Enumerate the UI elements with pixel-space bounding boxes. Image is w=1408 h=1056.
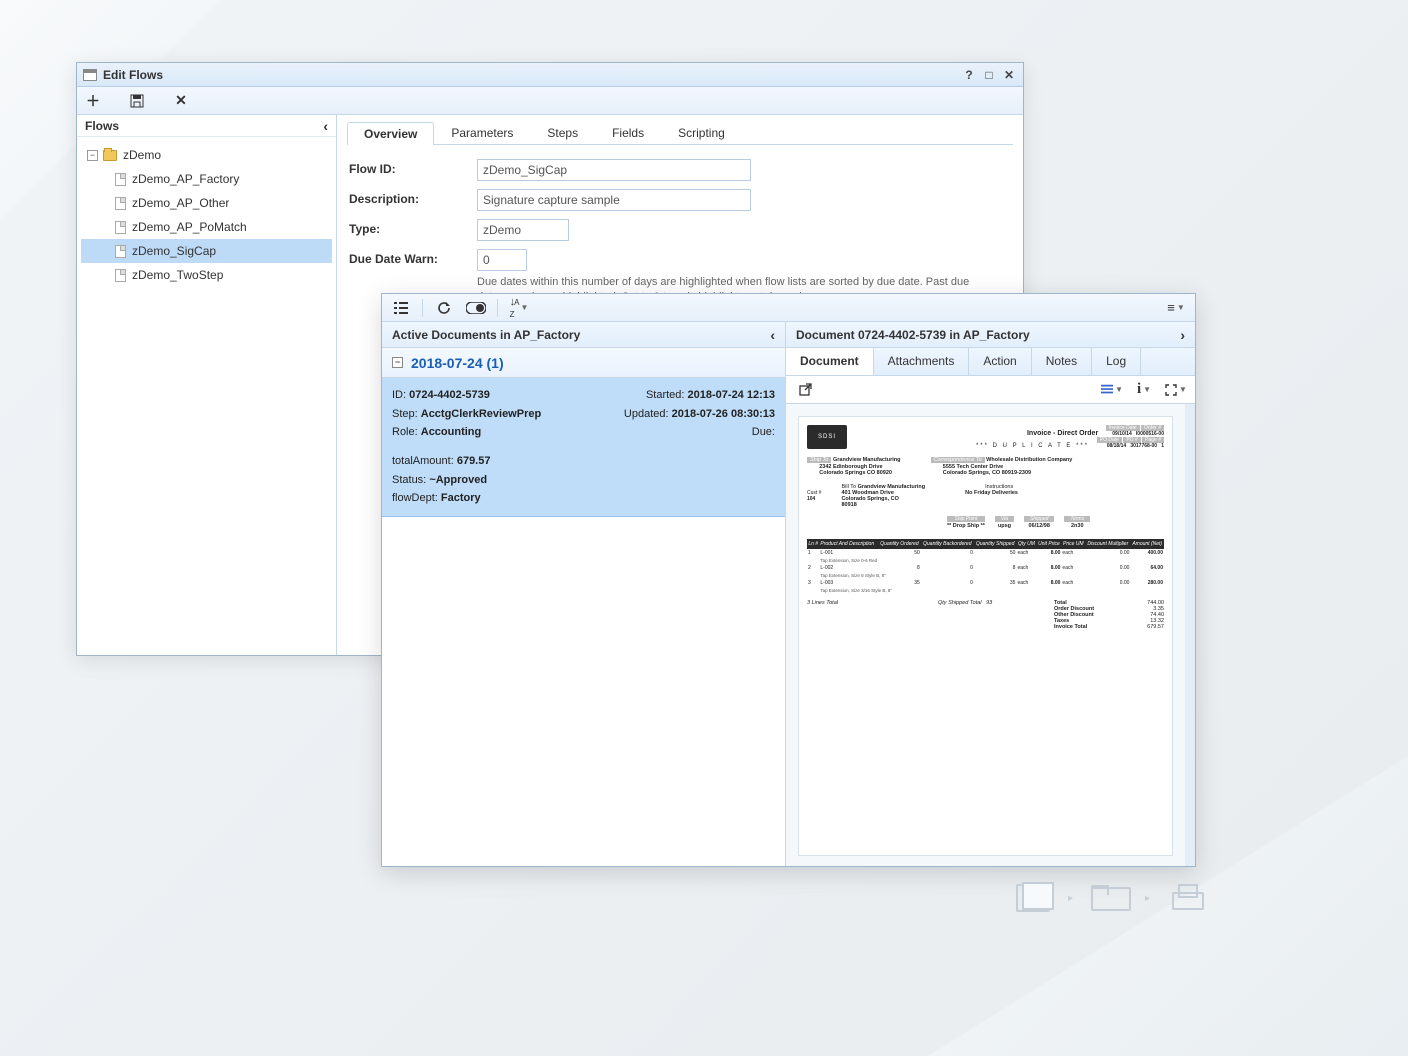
info-icon[interactable]: i▼ — [1133, 380, 1155, 400]
tree-root[interactable]: − zDemo — [81, 143, 332, 167]
folder-icon — [103, 150, 117, 161]
delete-button[interactable]: ✕ — [171, 91, 191, 111]
expand-right-icon[interactable]: › — [1180, 327, 1185, 343]
active-documents-panel: Active Documents in AP_Factory ‹ − 2018-… — [382, 322, 786, 866]
tree-item[interactable]: zDemo_AP_PoMatch — [81, 215, 332, 239]
doc-tab-log[interactable]: Log — [1092, 348, 1141, 375]
maximize-button[interactable]: □ — [981, 68, 997, 82]
tree-item-selected[interactable]: zDemo_SigCap — [81, 239, 332, 263]
workflow-footer-icons: ▸ ▸ — [1016, 884, 1204, 912]
description-input[interactable] — [477, 189, 751, 211]
tab-parameters[interactable]: Parameters — [434, 121, 530, 144]
open-external-icon[interactable] — [794, 380, 816, 400]
invoice-logo: SDSI — [807, 425, 847, 449]
document-viewer[interactable]: SDSI Invoice - Direct Order Invoice Date… — [786, 404, 1195, 866]
tree-root-label: zDemo — [123, 148, 161, 162]
doc-tab-document[interactable]: Document — [786, 348, 874, 375]
left-pane-title: Active Documents in AP_Factory ‹ — [382, 322, 785, 348]
add-button[interactable]: ＋ — [83, 91, 103, 111]
folder-icon — [1091, 885, 1127, 911]
tab-scripting[interactable]: Scripting — [661, 121, 742, 144]
type-input[interactable] — [477, 219, 569, 241]
due-date-warn-label: Due Date Warn: — [349, 249, 477, 266]
tab-fields[interactable]: Fields — [595, 121, 661, 144]
tree-item[interactable]: zDemo_TwoStep — [81, 263, 332, 287]
tab-steps[interactable]: Steps — [530, 121, 595, 144]
invoice-preview: SDSI Invoice - Direct Order Invoice Date… — [798, 416, 1173, 856]
fullscreen-icon[interactable]: ▼ — [1165, 380, 1187, 400]
doc-tab-notes[interactable]: Notes — [1032, 348, 1092, 375]
window-titlebar[interactable]: Edit Flows ? □ ✕ — [77, 63, 1023, 87]
window-icon — [83, 69, 97, 81]
flows-tree: − zDemo zDemo_AP_Factory zDemo_AP_Other … — [77, 137, 336, 293]
collapse-left-icon[interactable]: ‹ — [770, 327, 775, 343]
doc-tab-action[interactable]: Action — [969, 348, 1031, 375]
window-title: Edit Flows — [103, 68, 163, 82]
tree-item[interactable]: zDemo_AP_Factory — [81, 167, 332, 191]
main-tabs: Overview Parameters Steps Fields Scripti… — [347, 121, 1013, 145]
menu-icon[interactable]: ≡▼ — [1165, 298, 1187, 318]
documents-icon — [1016, 884, 1050, 912]
group-collapse-icon[interactable]: − — [392, 357, 403, 368]
tree-item[interactable]: zDemo_AP_Other — [81, 191, 332, 215]
sidebar-header: Flows ‹ — [77, 115, 336, 137]
file-icon — [115, 269, 126, 282]
date-group-header[interactable]: − 2018-07-24 (1) — [382, 348, 785, 378]
file-icon — [115, 221, 126, 234]
document-tabs: Document Attachments Action Notes Log — [786, 348, 1195, 376]
edit-toolbar: ＋ ✕ — [77, 87, 1023, 115]
columns-icon[interactable]: ▼ — [1101, 380, 1123, 400]
close-button[interactable]: ✕ — [1001, 68, 1017, 82]
printer-icon — [1168, 884, 1204, 912]
toggle-icon[interactable] — [465, 298, 487, 318]
sidebar-title: Flows — [85, 119, 119, 133]
save-button[interactable] — [127, 91, 147, 111]
due-date-warn-input[interactable] — [477, 249, 527, 271]
doc-toolbar: ↓AZ▼ ≡▼ — [382, 294, 1195, 322]
document-detail-panel: Document 0724-4402-5739 in AP_Factory › … — [786, 322, 1195, 866]
invoice-line-table: Ln # Product And Description Quantity Or… — [807, 539, 1164, 594]
description-label: Description: — [349, 189, 477, 206]
sort-icon[interactable]: ↓AZ▼ — [508, 298, 530, 318]
tab-overview[interactable]: Overview — [347, 122, 434, 145]
document-window: ↓AZ▼ ≡▼ Active Documents in AP_Factory ‹… — [381, 293, 1196, 867]
refresh-icon[interactable] — [433, 298, 455, 318]
flow-id-input[interactable] — [477, 159, 751, 181]
list-view-icon[interactable] — [390, 298, 412, 318]
arrow-icon: ▸ — [1068, 893, 1073, 904]
file-icon — [115, 173, 126, 186]
collapse-sidebar-icon[interactable]: ‹ — [323, 118, 328, 134]
scrollbar-thumb[interactable] — [1187, 406, 1193, 418]
flow-id-label: Flow ID: — [349, 159, 477, 176]
file-icon — [115, 197, 126, 210]
file-icon — [115, 245, 126, 258]
doc-tab-attachments[interactable]: Attachments — [874, 348, 970, 375]
right-pane-title: Document 0724-4402-5739 in AP_Factory › — [786, 322, 1195, 348]
type-label: Type: — [349, 219, 477, 236]
doc-action-bar: ▼ i▼ ▼ — [786, 376, 1195, 404]
document-card[interactable]: ID: 0724-4402-5739 Started: 2018-07-24 1… — [382, 378, 785, 517]
tree-collapse-icon[interactable]: − — [87, 150, 98, 161]
arrow-icon: ▸ — [1145, 893, 1150, 904]
help-button[interactable]: ? — [961, 68, 977, 82]
flows-sidebar: Flows ‹ − zDemo zDemo_AP_Factory zDemo_A… — [77, 115, 337, 655]
